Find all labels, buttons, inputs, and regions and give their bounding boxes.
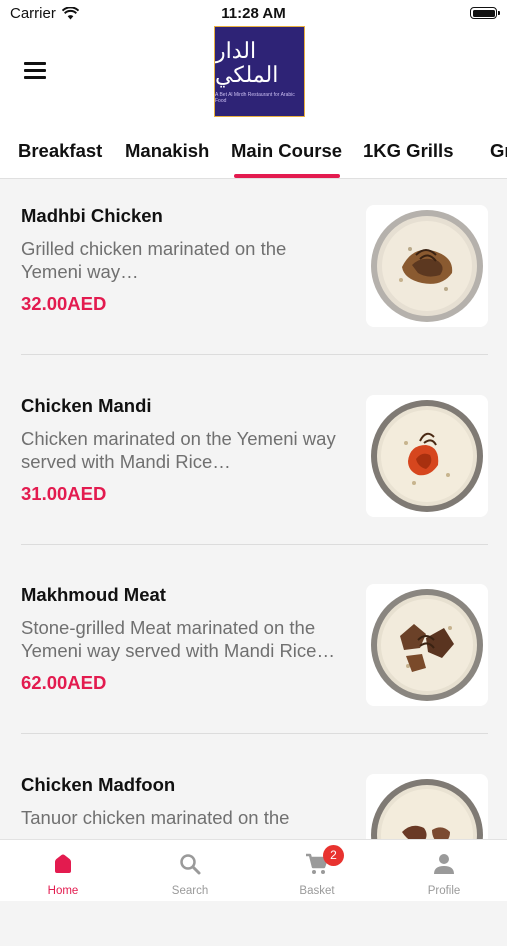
menu-item-chicken-mandi[interactable]: Chicken Mandi Chicken marinated on the Y… [0,377,507,567]
person-icon [434,854,454,874]
item-description: Grilled chicken marinated on the Yemeni … [21,238,287,282]
nav-label: Basket [299,885,335,897]
restaurant-logo: الدار الملكي A Bet Al Mirdh Restaurant f… [214,26,305,117]
logo-text: الدار الملكي [215,38,279,88]
tab-grills-partial[interactable]: Gr [490,140,507,162]
item-description: Chicken marinated on the Yemeni way serv… [21,428,336,472]
item-name: Chicken Mandi [21,395,152,416]
item-name: Chicken Madfoon [21,774,176,795]
active-tab-indicator [234,174,340,178]
item-image [366,395,488,517]
nav-profile[interactable]: Profile [381,840,507,901]
item-image [366,584,488,706]
nav-label: Home [47,885,79,897]
menu-item-makhmoud-meat[interactable]: Makhmoud Meat Stone-grilled Meat marinat… [0,566,507,756]
search-icon [180,854,201,875]
menu-item-madhbi-chicken[interactable]: Madhbi Chicken Grilled chicken marinated… [0,187,507,377]
nav-home[interactable]: Home [0,840,126,901]
nav-label: Profile [427,885,461,897]
item-divider [21,544,488,545]
item-price: 31.00AED [21,483,107,504]
item-name: Makhmoud Meat [21,584,166,605]
basket-badge: 2 [323,845,344,866]
menu-line [24,69,46,72]
nav-basket[interactable]: 2 Basket [254,840,380,901]
item-name: Madhbi Chicken [21,205,163,226]
item-price: 32.00AED [21,293,107,314]
tab-main-course[interactable]: Main Course [231,140,342,162]
home-icon [55,854,71,873]
status-bar: Carrier 11:28 AM [0,0,507,26]
app-header: الدار الملكي A Bet Al Mirdh Restaurant f… [0,26,507,120]
item-description: Stone-grilled Meat marinated on the Yeme… [21,617,335,661]
nav-label: Search [171,885,209,897]
menu-line [24,76,46,79]
menu-line [24,62,46,65]
item-divider [21,733,488,734]
tab-breakfast[interactable]: Breakfast [18,140,102,162]
item-price: 62.00AED [21,672,107,693]
item-divider [21,354,488,355]
category-tabs: Breakfast Manakish Main Course 1KG Grill… [0,120,507,179]
item-image [366,205,488,327]
item-description: Tanuor chicken marinated on the [21,807,290,828]
menu-button[interactable] [24,62,46,79]
tab-1kg-grills[interactable]: 1KG Grills [363,140,453,162]
status-time: 11:28 AM [221,5,286,22]
tab-manakish[interactable]: Manakish [125,140,209,162]
logo-subtitle: A Bet Al Mirdh Restaurant for Arabic Foo… [215,91,295,104]
bottom-nav: Home Search 2 Basket Profile [0,839,507,901]
nav-search[interactable]: Search [127,840,253,901]
battery-icon [470,7,500,19]
